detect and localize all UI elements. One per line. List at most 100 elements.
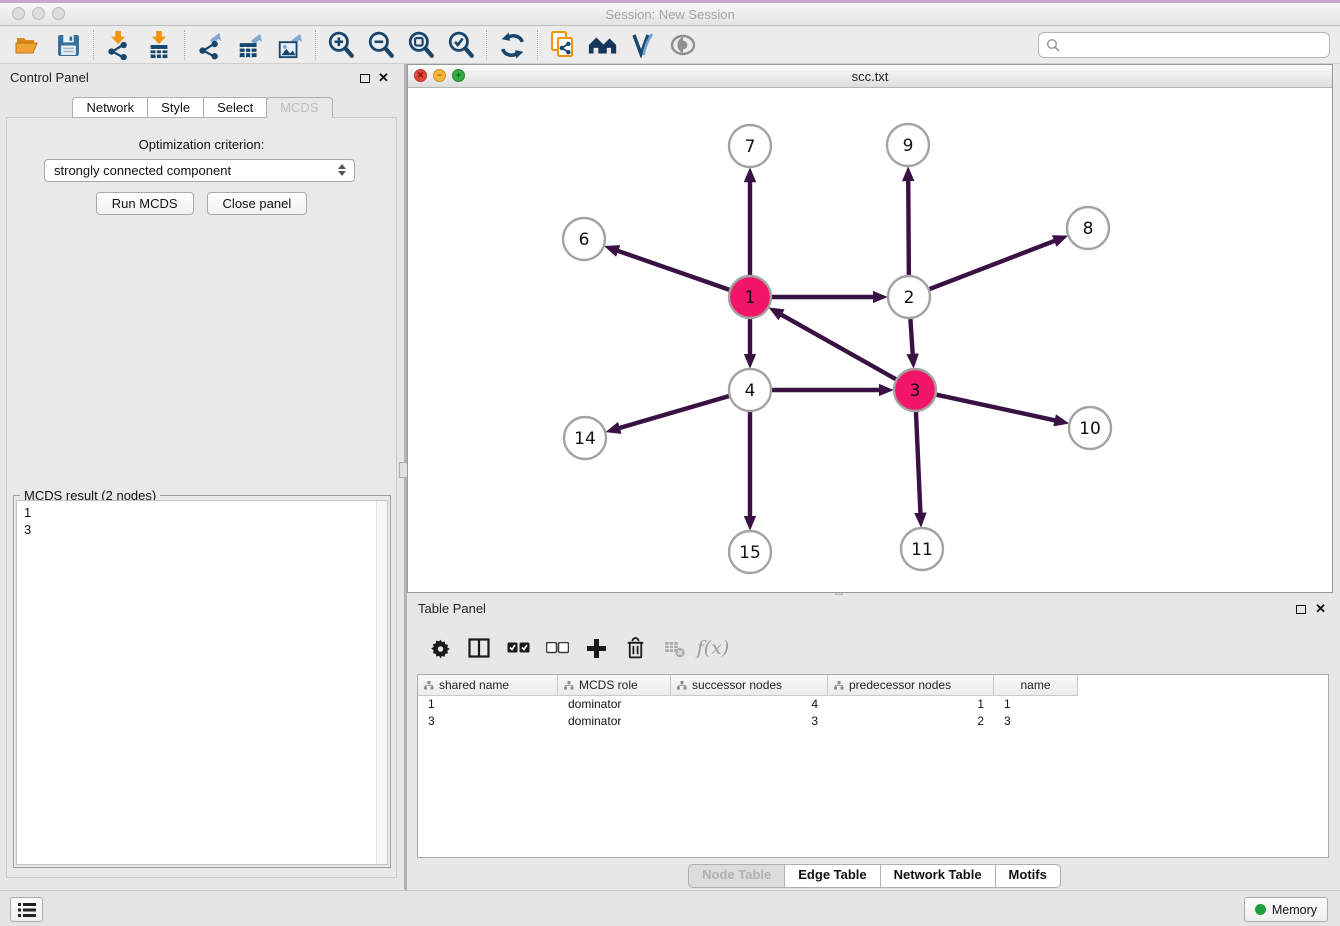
memory-button[interactable]: Memory — [1244, 897, 1328, 922]
tab-edge-table[interactable]: Edge Table — [784, 864, 880, 888]
tab-style[interactable]: Style — [147, 97, 204, 118]
edge-4-14[interactable] — [619, 396, 729, 428]
graph-node-9[interactable]: 9 — [887, 124, 929, 166]
zoom-out-button[interactable] — [361, 28, 401, 62]
table-cell[interactable]: 3 — [418, 713, 558, 730]
table-cell[interactable]: 3 — [994, 713, 1078, 730]
close-panel-icon[interactable]: ✕ — [378, 70, 389, 86]
tab-node-table[interactable]: Node Table — [688, 864, 785, 888]
table-row[interactable]: 3dominator323 — [418, 713, 1328, 730]
tab-select[interactable]: Select — [203, 97, 267, 118]
zoom-in-icon — [327, 31, 355, 59]
open-file-button[interactable] — [8, 28, 48, 62]
zoom-in-button[interactable] — [321, 28, 361, 62]
svg-text:1: 1 — [745, 288, 756, 308]
refresh-button[interactable] — [492, 28, 532, 62]
table-cell[interactable]: 4 — [671, 696, 828, 713]
network-graph[interactable]: 1 2 3 4 6 7 8 9 10 11 14 15 — [408, 89, 1332, 592]
edge-2-8[interactable] — [930, 241, 1056, 289]
table-panel-header: Table Panel ✕ — [408, 597, 1340, 621]
graph-node-1[interactable]: 1 — [729, 276, 771, 318]
hierarchy-icon — [424, 681, 434, 690]
toggle-column-panel-button[interactable] — [464, 633, 494, 663]
table-cell[interactable]: dominator — [558, 713, 671, 730]
table-cell[interactable]: 1 — [828, 696, 994, 713]
run-mcds-button[interactable]: Run MCDS — [96, 192, 194, 215]
network-canvas[interactable]: 1 2 3 4 6 7 8 9 10 11 14 15 — [408, 89, 1332, 592]
edge-3-10[interactable] — [936, 395, 1055, 421]
float-table-panel-icon[interactable] — [1296, 605, 1306, 614]
zoom-fit-button[interactable] — [401, 28, 441, 62]
graph-node-8[interactable]: 8 — [1067, 207, 1109, 249]
close-table-panel-icon[interactable]: ✕ — [1315, 601, 1326, 617]
edge-3-11[interactable] — [916, 412, 920, 514]
graph-node-15[interactable]: 15 — [729, 531, 771, 573]
graph-node-14[interactable]: 14 — [564, 417, 606, 459]
delete-table-button-disabled — [659, 633, 689, 663]
table-cell[interactable]: dominator — [558, 696, 671, 713]
node-table[interactable]: shared name MCDS role successor nodesprede… — [417, 674, 1329, 858]
column-header-name[interactable]: name — [994, 675, 1078, 696]
table-cell[interactable]: 1 — [994, 696, 1078, 713]
column-header-shared-name[interactable]: shared name — [418, 675, 558, 696]
tab-network-table[interactable]: Network Table — [880, 864, 996, 888]
zoom-out-icon — [367, 31, 395, 59]
zoom-selected-button[interactable] — [441, 28, 481, 62]
table-settings-button[interactable] — [425, 633, 455, 663]
graph-node-11[interactable]: 11 — [901, 528, 943, 570]
graph-node-3[interactable]: 3 — [894, 369, 936, 411]
export-table-button[interactable] — [230, 28, 270, 62]
import-network-button[interactable] — [99, 28, 139, 62]
close-panel-button[interactable]: Close panel — [207, 192, 308, 215]
save-session-button[interactable] — [48, 28, 88, 62]
column-header-successor-nodes[interactable]: successor nodes — [671, 675, 828, 696]
search-field[interactable] — [1038, 32, 1330, 58]
memory-label: Memory — [1272, 903, 1317, 917]
graph-node-4[interactable]: 4 — [729, 369, 771, 411]
column-header-predecessor-nodes[interactable]: predecessor nodes — [828, 675, 994, 696]
task-history-button[interactable] — [10, 897, 43, 922]
criterion-dropdown[interactable]: strongly connected component — [44, 159, 355, 182]
home-icon — [587, 33, 619, 57]
toolbar-separator — [315, 30, 316, 60]
edge-2-9[interactable] — [908, 180, 909, 275]
mcds-result-box[interactable]: 13 — [16, 500, 388, 865]
edge-3-1[interactable] — [780, 314, 895, 379]
clone-network-button[interactable] — [543, 28, 583, 62]
table-cell[interactable]: 2 — [828, 713, 994, 730]
import-table-button[interactable] — [139, 28, 179, 62]
table-cell[interactable]: 1 — [418, 696, 558, 713]
select-all-columns-button[interactable] — [503, 633, 533, 663]
result-scrollbar[interactable] — [376, 501, 387, 864]
graph-node-2[interactable]: 2 — [888, 276, 930, 318]
graph-node-10[interactable]: 10 — [1069, 407, 1111, 449]
add-column-button[interactable] — [581, 633, 611, 663]
function-builder-button-disabled: f(x) — [698, 633, 728, 663]
show-hide-graphics-button[interactable] — [663, 28, 703, 62]
table-cell[interactable]: 3 — [671, 713, 828, 730]
export-network-button[interactable] — [190, 28, 230, 62]
svg-text:6: 6 — [579, 230, 590, 250]
graph-node-7[interactable]: 7 — [729, 125, 771, 167]
home-button[interactable] — [583, 28, 623, 62]
column-header-label: MCDS role — [579, 678, 638, 692]
network-window-titlebar[interactable]: ✕ − + scc.txt — [408, 65, 1332, 88]
float-panel-icon[interactable] — [360, 74, 370, 83]
unselect-all-columns-button[interactable] — [542, 633, 572, 663]
tab-motifs[interactable]: Motifs — [995, 864, 1061, 888]
graph-node-6[interactable]: 6 — [563, 218, 605, 260]
export-image-button[interactable] — [270, 28, 310, 62]
gear-icon — [429, 637, 452, 660]
export-image-icon — [276, 30, 304, 60]
column-header-MCDS-role[interactable]: MCDS role — [558, 675, 671, 696]
delete-column-button[interactable] — [620, 633, 650, 663]
tab-network[interactable]: Network — [72, 97, 148, 118]
edge-1-6[interactable] — [617, 251, 729, 290]
tab-mcds[interactable]: MCDS — [266, 97, 332, 118]
table-row[interactable]: 1dominator411 — [418, 696, 1328, 713]
edge-2-3[interactable] — [910, 319, 912, 355]
vizmapper-button[interactable] — [623, 28, 663, 62]
clone-network-icon — [549, 30, 577, 60]
memory-status-icon — [1255, 904, 1266, 915]
search-input[interactable] — [1060, 38, 1329, 53]
